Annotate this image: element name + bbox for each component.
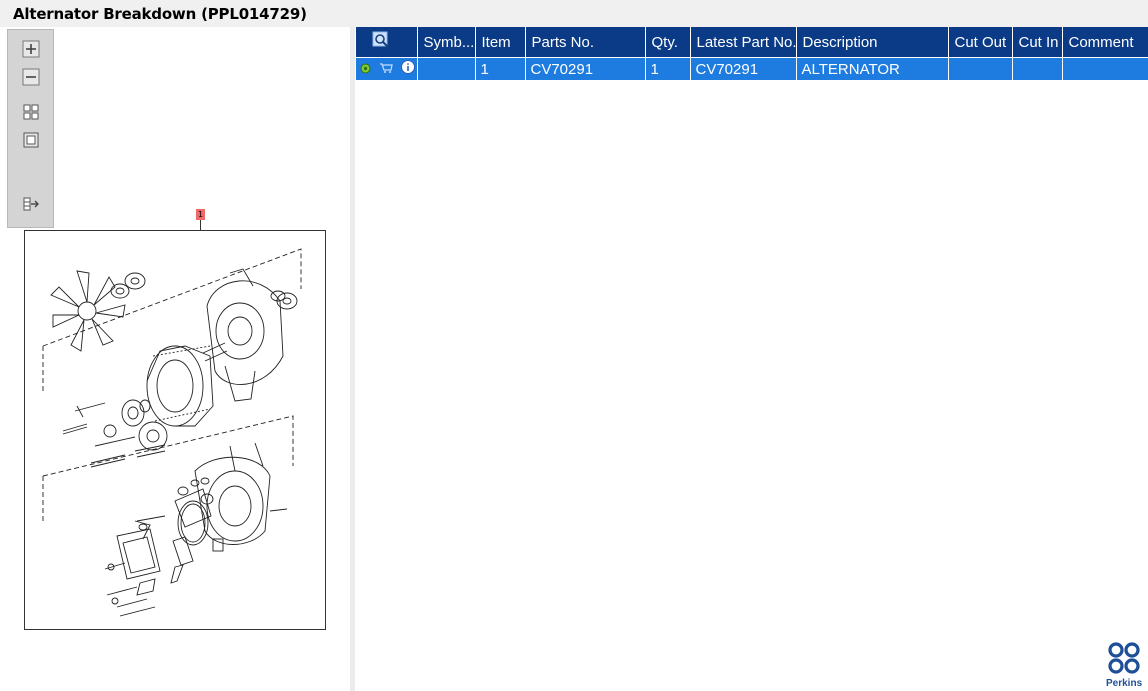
- column-header-cut-in[interactable]: Cut In: [1012, 27, 1063, 58]
- cell-description: ALTERNATOR: [796, 57, 949, 80]
- cell-cut-out: [948, 57, 1013, 80]
- diagram-toolbar: [7, 29, 54, 228]
- cell-comment: [1062, 57, 1148, 80]
- cell-cut-in: [1012, 57, 1063, 80]
- column-header-item[interactable]: Item: [475, 27, 526, 58]
- zoom-out-icon[interactable]: [22, 68, 40, 86]
- export-icon[interactable]: [22, 195, 40, 213]
- perkins-logo: Perkins: [1104, 640, 1144, 690]
- alternator-exploded-diagram[interactable]: [24, 230, 326, 630]
- column-header-symbol[interactable]: Symb...: [417, 27, 476, 58]
- cell-item: 1: [475, 57, 526, 80]
- column-header-cut-out[interactable]: Cut Out: [948, 27, 1013, 58]
- parts-table-container: Symb... Item Parts No. Qty. Latest Part …: [356, 27, 1148, 80]
- status-gear-icon[interactable]: [360, 61, 371, 78]
- table-row[interactable]: 1 CV70291 1 CV70291 ALTERNATOR: [356, 57, 1148, 80]
- column-header-latest-part-no[interactable]: Latest Part No.: [690, 27, 797, 58]
- column-header-qty[interactable]: Qty.: [645, 27, 691, 58]
- callout-leader-line: [200, 220, 201, 230]
- cell-latest-part-no: CV70291: [690, 57, 797, 80]
- table-search-icon[interactable]: [372, 31, 390, 49]
- fit-window-icon[interactable]: [22, 131, 40, 149]
- window-title: Alternator Breakdown (PPL014729): [13, 5, 307, 23]
- perkins-logo-icon: [1108, 642, 1140, 674]
- row-actions-cell: [356, 57, 418, 80]
- cell-parts-no: CV70291: [525, 57, 646, 80]
- item-callout[interactable]: 1: [196, 209, 205, 220]
- add-to-cart-icon[interactable]: [379, 61, 393, 78]
- column-header-description[interactable]: Description: [796, 27, 949, 58]
- header-search-cell[interactable]: [356, 27, 418, 58]
- column-header-comment[interactable]: Comment: [1062, 27, 1148, 58]
- fit-all-icon[interactable]: [22, 103, 40, 121]
- column-header-parts-no[interactable]: Parts No.: [525, 27, 646, 58]
- cell-qty: 1: [645, 57, 691, 80]
- table-header-row: Symb... Item Parts No. Qty. Latest Part …: [356, 27, 1148, 58]
- zoom-in-icon[interactable]: [22, 40, 40, 58]
- brand-name: Perkins: [1106, 678, 1143, 689]
- info-icon[interactable]: [401, 60, 416, 78]
- cell-symbol: [417, 57, 476, 80]
- parts-table: Symb... Item Parts No. Qty. Latest Part …: [356, 27, 1148, 80]
- title-bar: Alternator Breakdown (PPL014729): [0, 0, 1148, 27]
- pane-splitter[interactable]: [350, 27, 355, 691]
